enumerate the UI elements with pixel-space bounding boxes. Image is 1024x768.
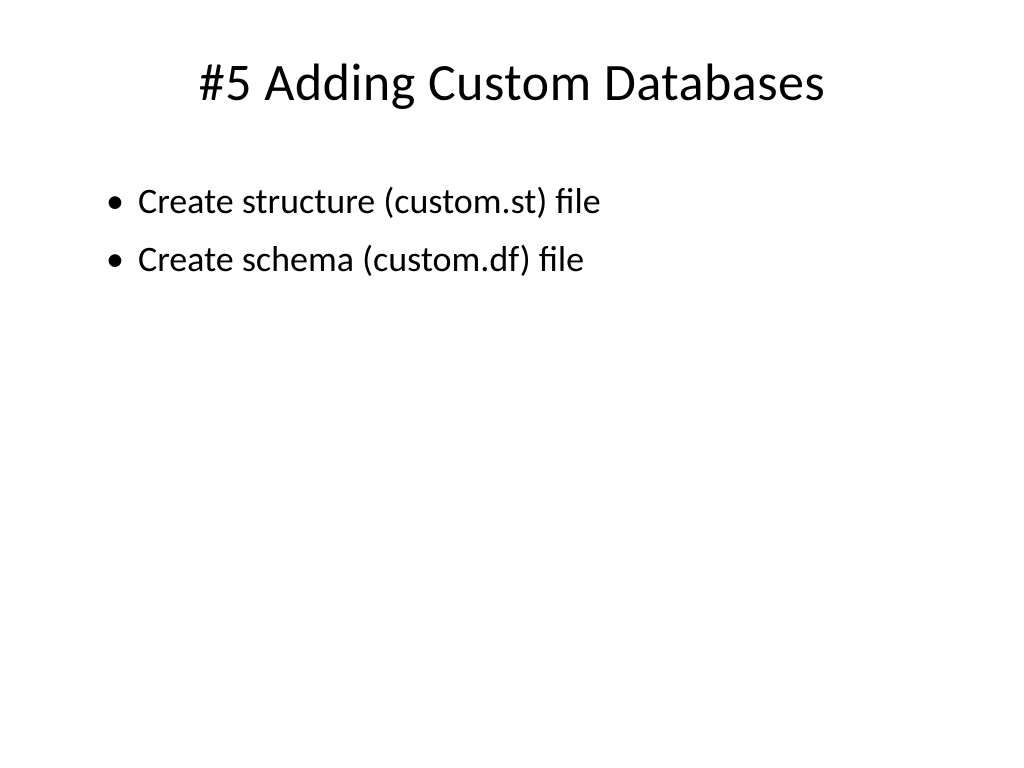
bullet-list: Create structure (custom.st) file Create… [90,174,934,286]
list-item: Create schema (custom.df) file [100,232,934,286]
list-item: Create structure (custom.st) file [100,174,934,228]
slide-title: #5 Adding Custom Databases [90,50,934,114]
